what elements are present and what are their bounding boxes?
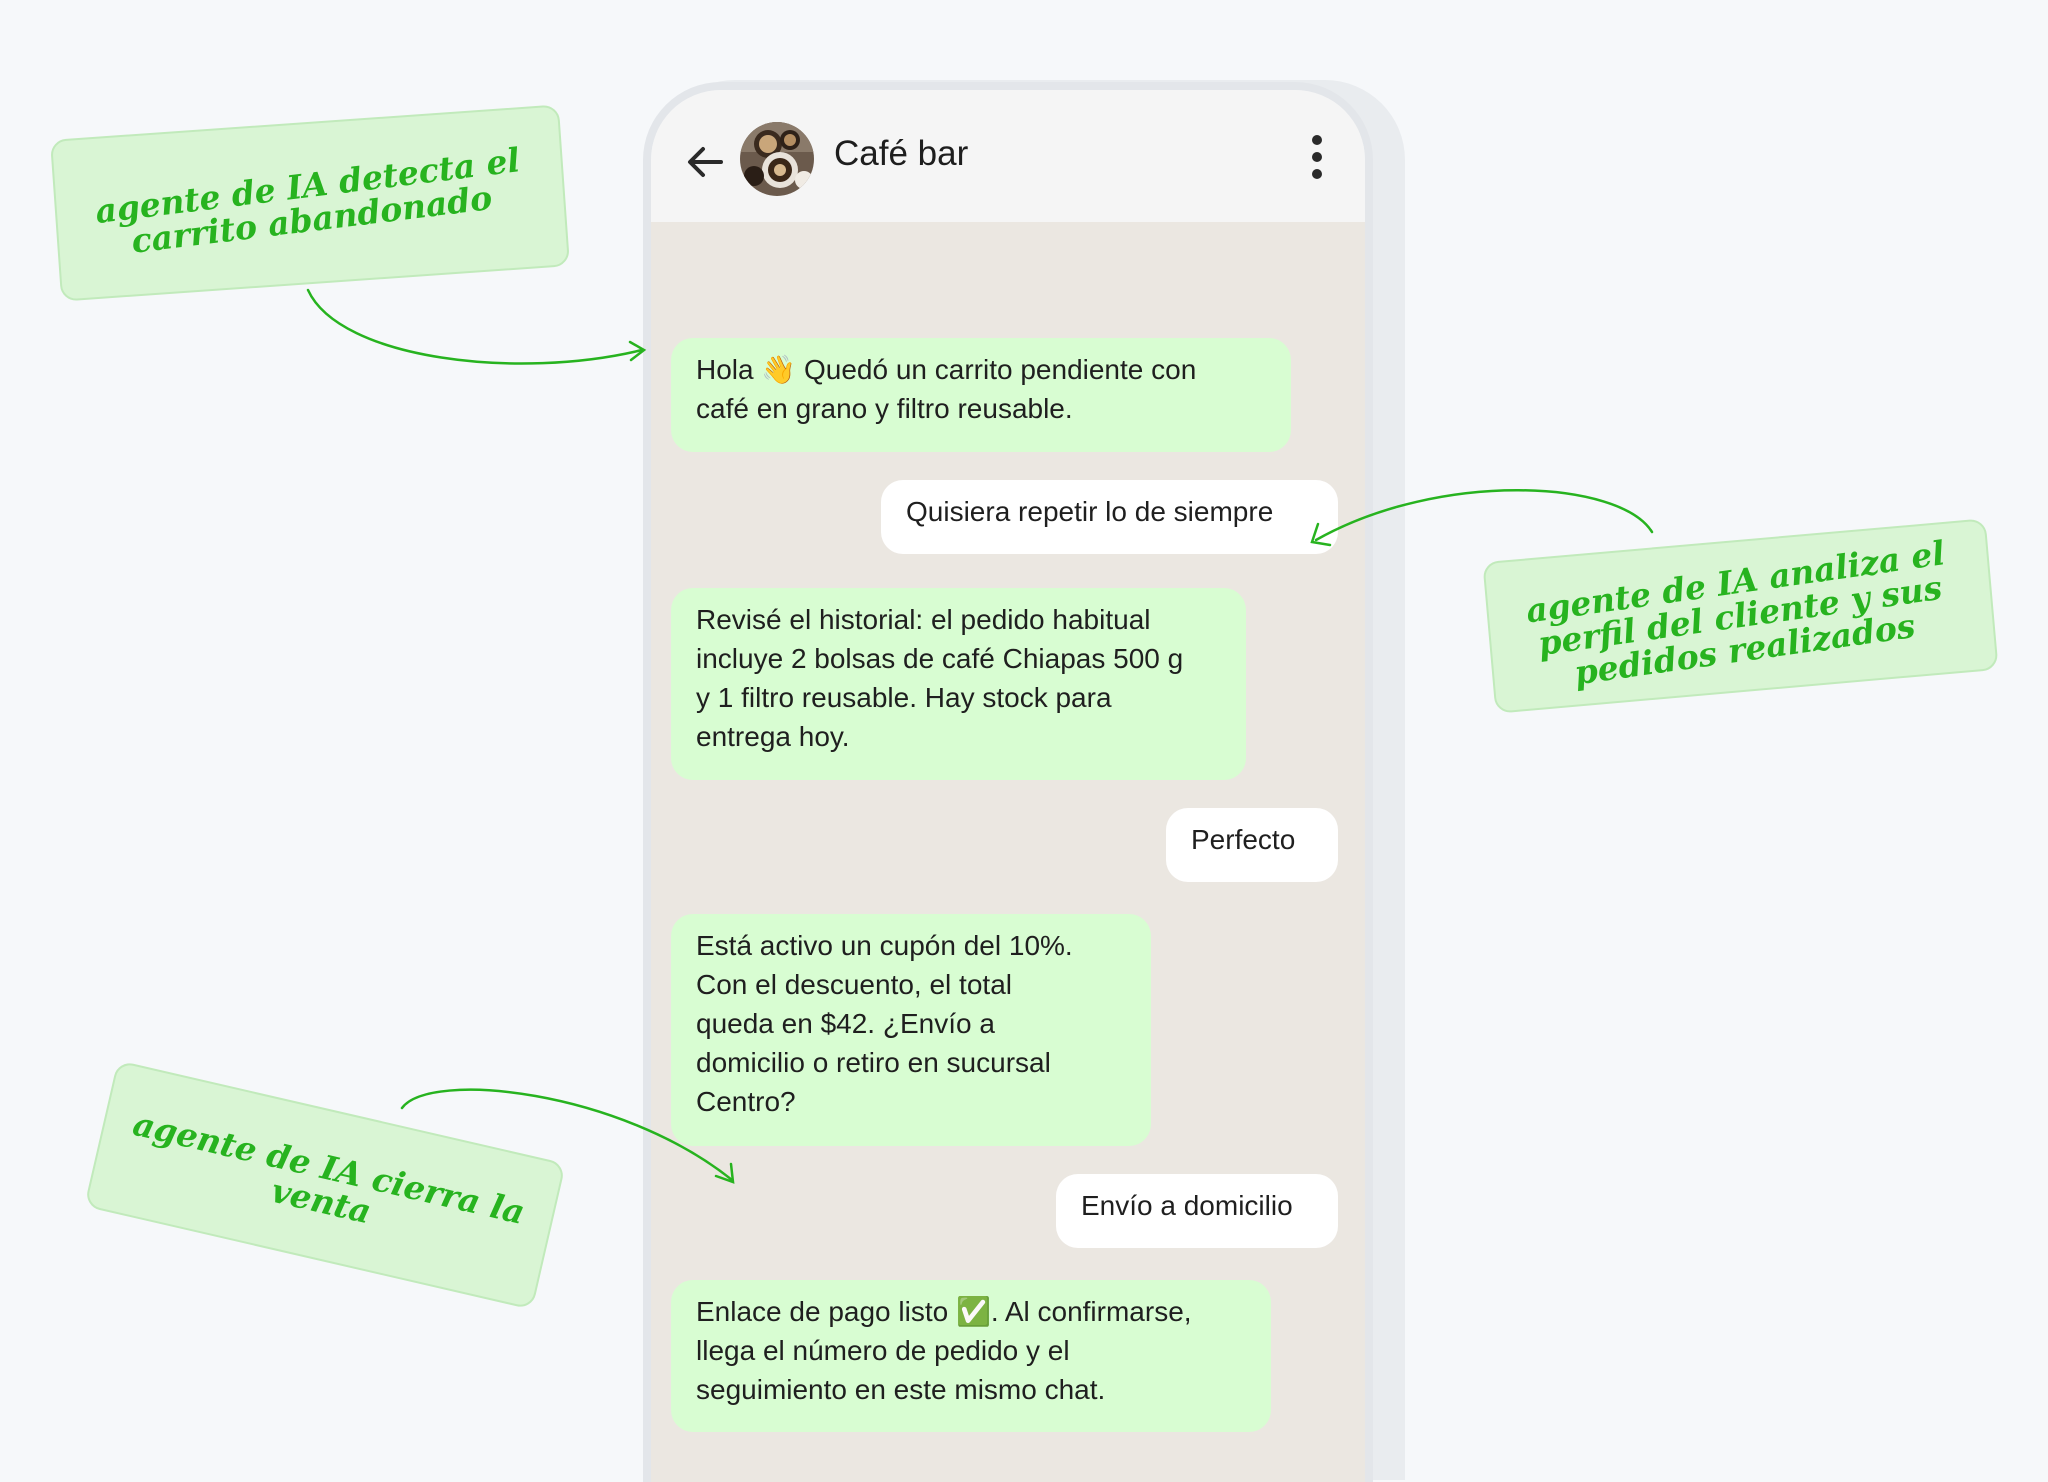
annotation-sale-closed: agente de IA cierra la venta: [84, 1060, 566, 1310]
annotation-text: agente de IA detecta el carrito abandona…: [93, 140, 523, 261]
message-outgoing: Quisiera repetir lo de siempre: [881, 480, 1338, 554]
chat-messages-area: Hola 👋 Quedó un carrito pendiente con ca…: [651, 222, 1365, 1482]
message-incoming: Hola 👋 Quedó un carrito pendiente con ca…: [671, 338, 1291, 452]
avatar[interactable]: [740, 122, 814, 196]
more-vertical-icon[interactable]: [1311, 134, 1323, 180]
coffee-cups-avatar: [740, 122, 814, 196]
arrow-left-icon[interactable]: [685, 142, 725, 182]
phone-frame: Café bar Hola 👋 Quedó un carrito pendien…: [643, 82, 1373, 1482]
message-outgoing: Envío a domicilio: [1056, 1174, 1338, 1248]
arrow-cart-head: [628, 340, 647, 362]
annotation-customer-profile: agente de IA analiza el perfil del clien…: [1482, 518, 1999, 714]
annotation-cart-abandoned: agente de IA detecta el carrito abandona…: [49, 104, 571, 302]
message-incoming: Enlace de pago listo ✅. Al confirmarse, …: [671, 1280, 1271, 1432]
arrow-cart: [306, 288, 644, 365]
message-incoming: Revisé el historial: el pedido habitual …: [671, 588, 1246, 780]
message-incoming: Está activo un cupón del 10%. Con el des…: [671, 914, 1151, 1146]
annotation-text: agente de IA cierra la venta: [129, 1103, 529, 1232]
chat-title: Café bar: [834, 134, 969, 173]
chat-header: Café bar: [651, 90, 1365, 224]
annotation-text: agente de IA analiza el perfil del clien…: [1523, 533, 1948, 693]
message-outgoing: Perfecto: [1166, 808, 1338, 882]
